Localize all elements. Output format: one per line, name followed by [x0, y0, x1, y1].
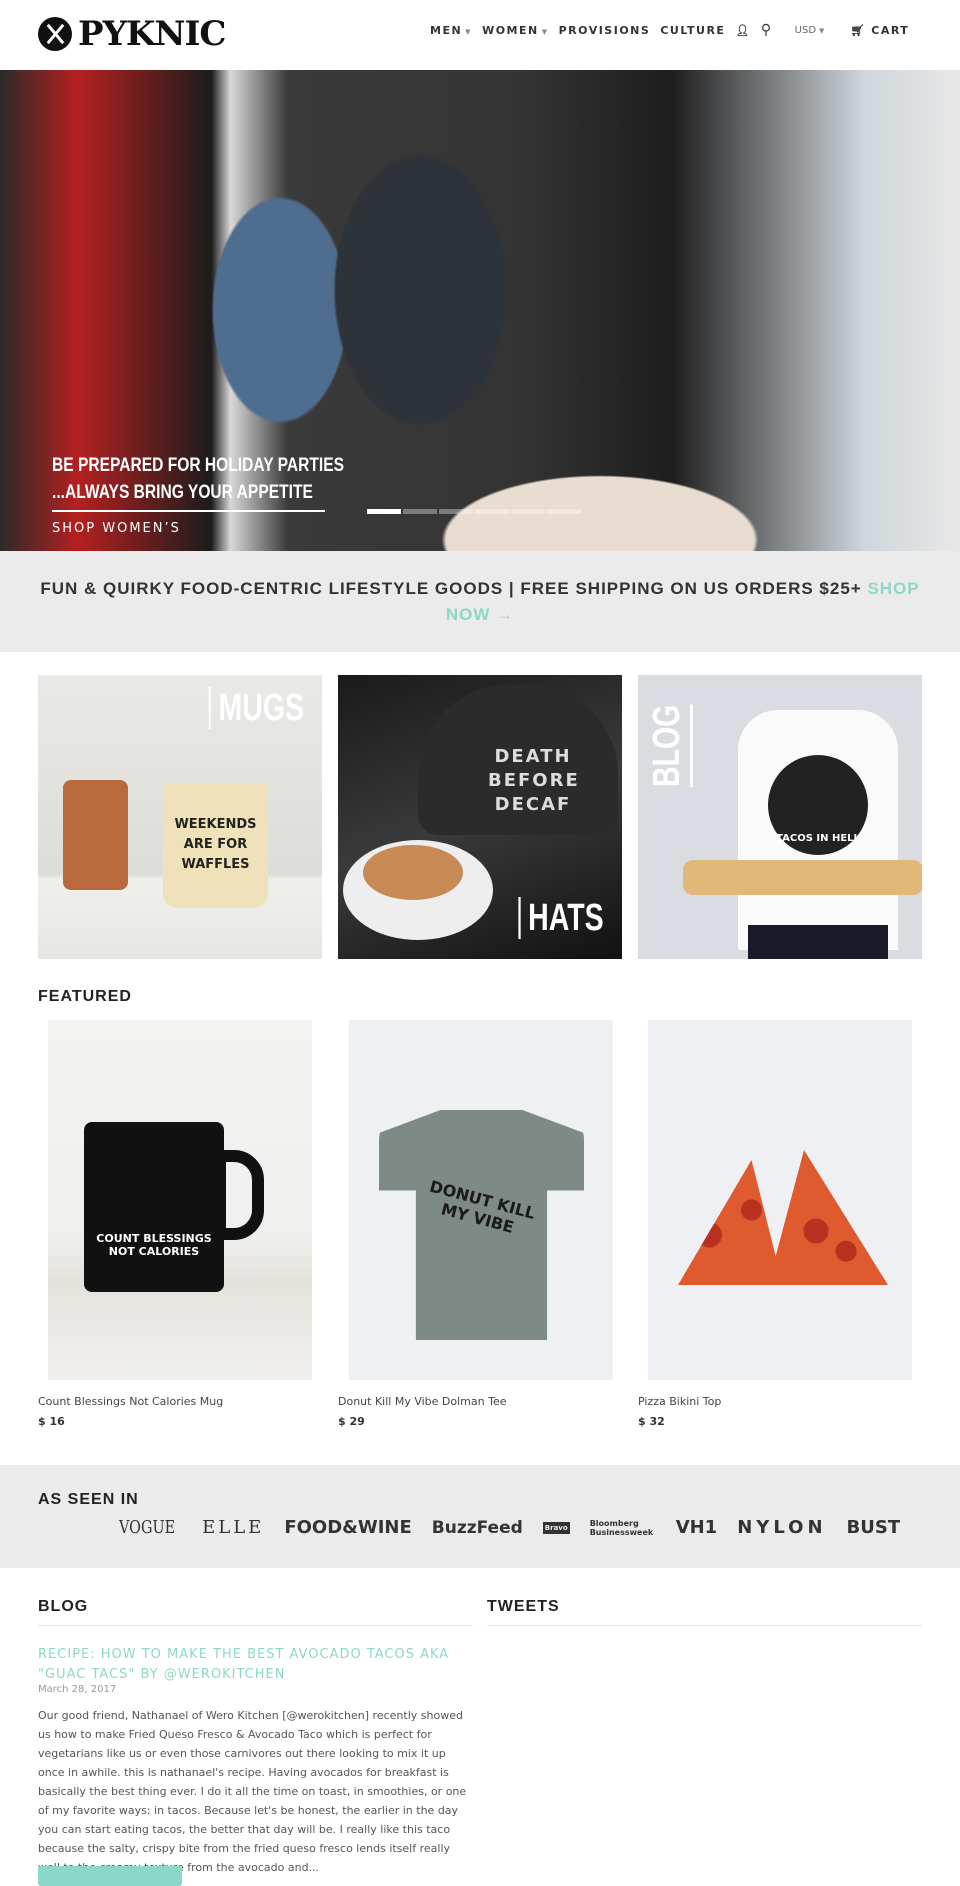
slider-dots [367, 509, 581, 514]
press-logo: BUST [846, 1517, 901, 1538]
collection-hats[interactable]: DEATH BEFORE DECAF HATS [338, 675, 622, 959]
press-logo: FOOD&WINE [284, 1517, 412, 1538]
press-logo: Bravo [542, 1521, 570, 1534]
product-price: $ 32 [638, 1415, 665, 1428]
slide-dot[interactable] [475, 509, 509, 514]
collection-mugs[interactable]: WEEKENDS ARE FOR WAFFLES MUGS [38, 675, 322, 959]
logo[interactable]: PYKNIC [38, 14, 226, 54]
search-icon[interactable]: ⚲ [761, 22, 773, 38]
press-logo: ELLE [202, 1517, 265, 1538]
hero-divider [52, 510, 325, 512]
product-name[interactable]: Pizza Bikini Top [638, 1395, 721, 1408]
product-name[interactable]: Count Blessings Not Calories Mug [38, 1395, 223, 1408]
featured-heading: FEATURED [38, 988, 132, 1005]
hero-headline: BE PREPARED FOR HOLIDAY PARTIES ...ALWAYS… [52, 455, 345, 503]
blog-post-excerpt: Our good friend, Nathanael of Wero Kitch… [38, 1709, 467, 1874]
shop-womens-link[interactable]: SHOP WOMEN’S [52, 521, 181, 536]
slide-dot[interactable] [403, 509, 437, 514]
nav-men[interactable]: MEN ▼ [430, 24, 472, 37]
fork-knife-logo-icon [38, 17, 72, 51]
blog-post-date: March 28, 2017 [38, 1684, 117, 1695]
product-image[interactable] [648, 1020, 912, 1380]
slide-dot[interactable] [367, 509, 401, 514]
promo-banner: FUN & QUIRKY FOOD-CENTRIC LIFESTYLE GOOD… [0, 551, 960, 652]
read-more-button[interactable] [38, 1866, 182, 1886]
caret-down-icon: ▼ [541, 27, 549, 36]
cart-icon: 🛒︎ [850, 23, 866, 37]
nav-culture[interactable]: CULTURE [660, 24, 725, 37]
nav-women[interactable]: WOMEN ▼ [482, 24, 549, 37]
press-logo: VOGUE [119, 1517, 176, 1538]
user-icon[interactable]: 👤︎ [735, 24, 750, 37]
divider [487, 1625, 922, 1626]
tweets-heading: TWEETS [487, 1598, 560, 1615]
press-logo: BuzzFeed [431, 1517, 523, 1538]
collection-blog[interactable]: TACOS IN HELL BLOG [638, 675, 922, 959]
as-seen-in-section: AS SEEN IN VOGUE ELLE FOOD&WINE BuzzFeed… [0, 1465, 960, 1568]
currency-select[interactable]: USD ▼ [795, 25, 825, 36]
collection-label: HATS [518, 897, 604, 939]
press-logo: Bloomberg Businessweek [589, 1518, 654, 1537]
slide-dot[interactable] [547, 509, 581, 514]
nav-provisions[interactable]: PROVISIONS [559, 24, 651, 37]
press-logo: NYLON [737, 1517, 827, 1538]
caret-down-icon: ▼ [465, 27, 473, 36]
cart-link[interactable]: 🛒︎ CART [850, 24, 909, 37]
press-logos: VOGUE ELLE FOOD&WINE BuzzFeed Bravo Bloo… [112, 1517, 900, 1538]
slide-dot[interactable] [511, 509, 545, 514]
divider [38, 1625, 473, 1626]
product-price: $ 16 [38, 1415, 65, 1428]
press-logo: VH1 [675, 1517, 718, 1538]
collection-label: BLOG [646, 704, 693, 787]
product-image[interactable]: COUNT BLESSINGS NOT CALORIES [48, 1020, 312, 1380]
product-name[interactable]: Donut Kill My Vibe Dolman Tee [338, 1395, 506, 1408]
site-header: PYKNIC MEN ▼ WOMEN ▼ PROVISIONS CULTURE 👤︎… [0, 0, 960, 70]
blog-post-title[interactable]: RECIPE: HOW TO MAKE THE BEST AVOCADO TAC… [38, 1645, 468, 1685]
product-price: $ 29 [338, 1415, 365, 1428]
blog-heading: BLOG [38, 1598, 89, 1615]
slide-dot[interactable] [439, 509, 473, 514]
main-nav: MEN ▼ WOMEN ▼ PROVISIONS CULTURE 👤︎ ⚲ USD ▼… [430, 22, 909, 38]
collection-label: MUGS [208, 687, 304, 729]
product-image[interactable]: DONUT KILL MY VIBE [349, 1020, 613, 1380]
